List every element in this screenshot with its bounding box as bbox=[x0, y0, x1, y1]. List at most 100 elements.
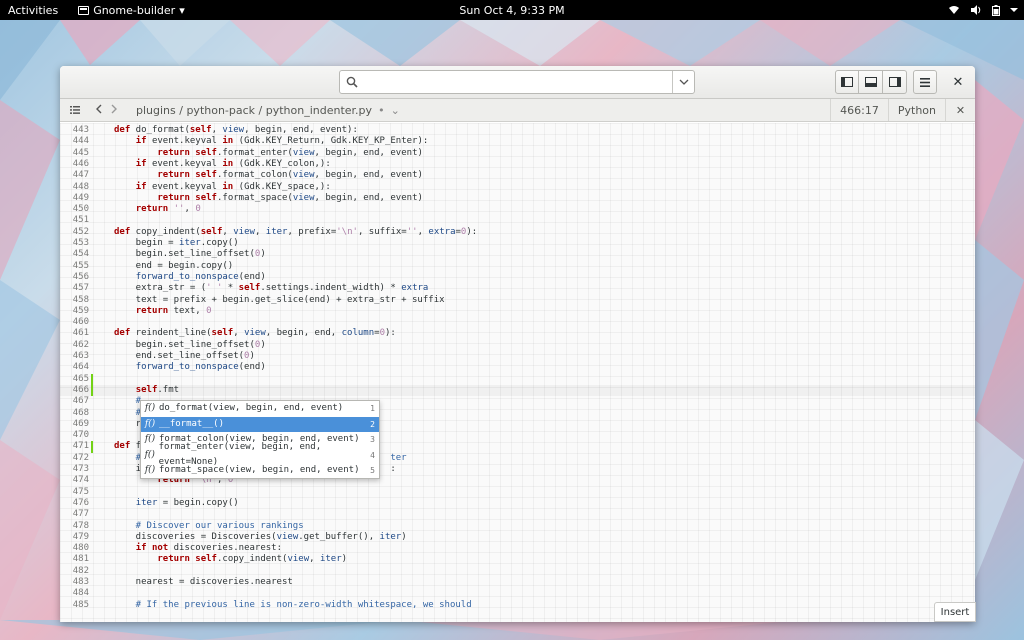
forward-button[interactable] bbox=[106, 103, 122, 118]
breadcrumb[interactable]: plugins / python-pack / python_indenter.… bbox=[136, 104, 372, 117]
line-number: 461 bbox=[72, 328, 89, 339]
code-line[interactable]: 444 if event.keyval in (Gdk.KEY_Return, … bbox=[60, 136, 975, 147]
completion-popup: f() do_format(view, begin, end, event) 1 f(… bbox=[140, 400, 380, 479]
line-code: iter = begin.copy() bbox=[135, 497, 239, 508]
search-input[interactable] bbox=[364, 75, 672, 89]
completion-label: format_space(view, begin, end, event) bbox=[159, 465, 360, 475]
code-line[interactable]: 476 iter = begin.copy() bbox=[60, 498, 975, 509]
completion-shortcut: 2 bbox=[370, 419, 375, 429]
code-line[interactable]: 475 bbox=[60, 487, 975, 498]
line-code: if event.keyval in (Gdk.KEY_Return, Gdk.… bbox=[135, 136, 429, 147]
function-icon: f() bbox=[144, 465, 156, 475]
code-line[interactable]: 456 forward_to_nonspace(end) bbox=[60, 272, 975, 283]
code-line[interactable]: 466 self.fmt bbox=[60, 384, 975, 397]
document-close-button[interactable]: ✕ bbox=[945, 99, 975, 121]
activities-button[interactable]: Activities bbox=[0, 4, 66, 17]
line-number: 450 bbox=[72, 204, 89, 215]
system-menu-icon bbox=[1010, 8, 1018, 12]
code-line[interactable]: 443 def do_format(self, view, begin, end,… bbox=[60, 125, 975, 136]
code-line[interactable]: 459 return text, 0 bbox=[60, 306, 975, 317]
completion-item[interactable]: f() do_format(view, begin, end, event) 1 bbox=[141, 401, 379, 417]
right-panel-toggle-button[interactable] bbox=[883, 70, 907, 94]
code-line[interactable]: 445 return self.format_enter(view, begin… bbox=[60, 148, 975, 159]
code-line[interactable]: 461 def reindent_line(self, view, begin, … bbox=[60, 328, 975, 339]
code-line[interactable]: 449 return self.format_space(view, begin… bbox=[60, 193, 975, 204]
code-line[interactable]: 485 # If the previous line is non-zero-w… bbox=[60, 600, 975, 611]
code-line[interactable]: 447 return self.format_colon(view, begin… bbox=[60, 170, 975, 181]
line-number: 448 bbox=[72, 181, 89, 192]
code-line[interactable]: 453 begin = iter.copy() bbox=[60, 238, 975, 249]
line-number: 485 bbox=[72, 599, 89, 610]
line-code: end = begin.copy() bbox=[114, 260, 234, 271]
code-line[interactable]: 457 extra_str = (' ' * self.settings.ind… bbox=[60, 283, 975, 294]
completion-label: do_format(view, begin, end, event) bbox=[159, 403, 344, 413]
line-number: 464 bbox=[72, 362, 89, 373]
line-code: return self.format_space(view, begin, en… bbox=[157, 192, 423, 203]
line-code: extra_str = (' ' * self.settings.indent_… bbox=[114, 283, 429, 294]
change-marker bbox=[91, 441, 93, 453]
line-number: 462 bbox=[72, 339, 89, 350]
document-list-button[interactable] bbox=[60, 104, 90, 117]
completion-item[interactable]: f() format_space(view, begin, end, event)… bbox=[141, 463, 379, 479]
line-code: return self.format_enter(view, begin, en… bbox=[157, 147, 423, 158]
line-number: 447 bbox=[72, 170, 89, 181]
line-number: 475 bbox=[72, 486, 89, 497]
code-line[interactable]: 446 if event.keyval in (Gdk.KEY_colon,): bbox=[60, 159, 975, 170]
code-line[interactable]: 448 if event.keyval in (Gdk.KEY_space,): bbox=[60, 182, 975, 193]
wifi-icon bbox=[949, 6, 959, 14]
search-icon bbox=[340, 76, 364, 88]
battery-icon bbox=[992, 4, 1000, 16]
line-code: # If the previous line is non-zero-width… bbox=[114, 599, 472, 610]
line-code: def do_format(self, view, begin, end, ev… bbox=[114, 125, 358, 135]
completion-item[interactable]: f() format_enter(view, begin, end, event=… bbox=[141, 442, 379, 468]
line-number: 465 bbox=[72, 373, 89, 384]
code-line[interactable]: 450 return '', 0 bbox=[60, 204, 975, 215]
function-icon: f() bbox=[144, 403, 156, 413]
bottom-panel-toggle-button[interactable] bbox=[859, 70, 883, 94]
code-line[interactable]: 465 bbox=[60, 373, 975, 385]
code-line[interactable]: 460 bbox=[60, 317, 975, 328]
code-line[interactable]: 464 forward_to_nonspace(end) bbox=[60, 362, 975, 373]
code-line[interactable]: 454 begin.set_line_offset(0) bbox=[60, 249, 975, 260]
code-line[interactable]: 482 bbox=[60, 566, 975, 577]
line-number: 459 bbox=[72, 305, 89, 316]
line-number: 474 bbox=[72, 475, 89, 486]
completion-item[interactable]: f() __format__() 2 bbox=[141, 416, 379, 432]
main-menu-button[interactable] bbox=[913, 70, 937, 94]
code-line[interactable]: 458 text = prefix + begin.get_slice(end)… bbox=[60, 295, 975, 306]
window-close-button[interactable]: ✕ bbox=[946, 70, 970, 94]
line-code: # Discover our various rankings bbox=[114, 520, 304, 531]
code-line[interactable]: 479 discoveries = Discoveries(view.get_b… bbox=[60, 532, 975, 543]
system-tray[interactable] bbox=[948, 0, 1018, 20]
code-line[interactable]: 477 bbox=[60, 509, 975, 520]
line-code: return self.format_colon(view, begin, en… bbox=[157, 170, 423, 181]
modified-indicator: • bbox=[378, 103, 385, 117]
code-line[interactable]: 481 return self.copy_indent(view, iter) bbox=[60, 554, 975, 565]
left-panel-toggle-button[interactable] bbox=[835, 70, 859, 94]
code-line[interactable]: 463 end.set_line_offset(0) bbox=[60, 351, 975, 362]
code-editor[interactable]: 443 def do_format(self, view, begin, end,… bbox=[60, 123, 975, 622]
code-line[interactable]: 480 if not discoveries.nearest: bbox=[60, 543, 975, 554]
change-marker bbox=[91, 373, 93, 385]
line-number: 453 bbox=[72, 238, 89, 248]
code-line[interactable]: 462 begin.set_line_offset(0) bbox=[60, 340, 975, 351]
chevron-left-icon bbox=[95, 104, 101, 113]
app-menu[interactable]: Gnome-builder ▾ bbox=[78, 4, 185, 17]
code-line[interactable]: 452 def copy_indent(self, view, iter, pre… bbox=[60, 227, 975, 238]
code-line[interactable]: 484 bbox=[60, 588, 975, 599]
line-number: 479 bbox=[72, 531, 89, 542]
code-line[interactable]: 455 end = begin.copy() bbox=[60, 261, 975, 272]
panel-toggle-group bbox=[835, 70, 907, 94]
line-code: if event.keyval in (Gdk.KEY_space,): bbox=[135, 181, 331, 192]
left-panel-icon bbox=[841, 77, 853, 87]
code-line[interactable]: 478 # Discover our various rankings bbox=[60, 521, 975, 532]
search-dropdown-button[interactable] bbox=[672, 71, 694, 93]
code-line[interactable]: 451 bbox=[60, 215, 975, 226]
back-button[interactable] bbox=[90, 103, 106, 118]
code-line[interactable]: 483 nearest = discoveries.nearest bbox=[60, 577, 975, 588]
language-selector[interactable]: Python bbox=[887, 99, 945, 121]
document-menu-chevron-icon[interactable]: ⌄ bbox=[391, 104, 400, 117]
line-code: text = prefix + begin.get_slice(end) + e… bbox=[114, 294, 445, 305]
line-code: r bbox=[114, 418, 142, 429]
change-marker bbox=[91, 384, 93, 397]
